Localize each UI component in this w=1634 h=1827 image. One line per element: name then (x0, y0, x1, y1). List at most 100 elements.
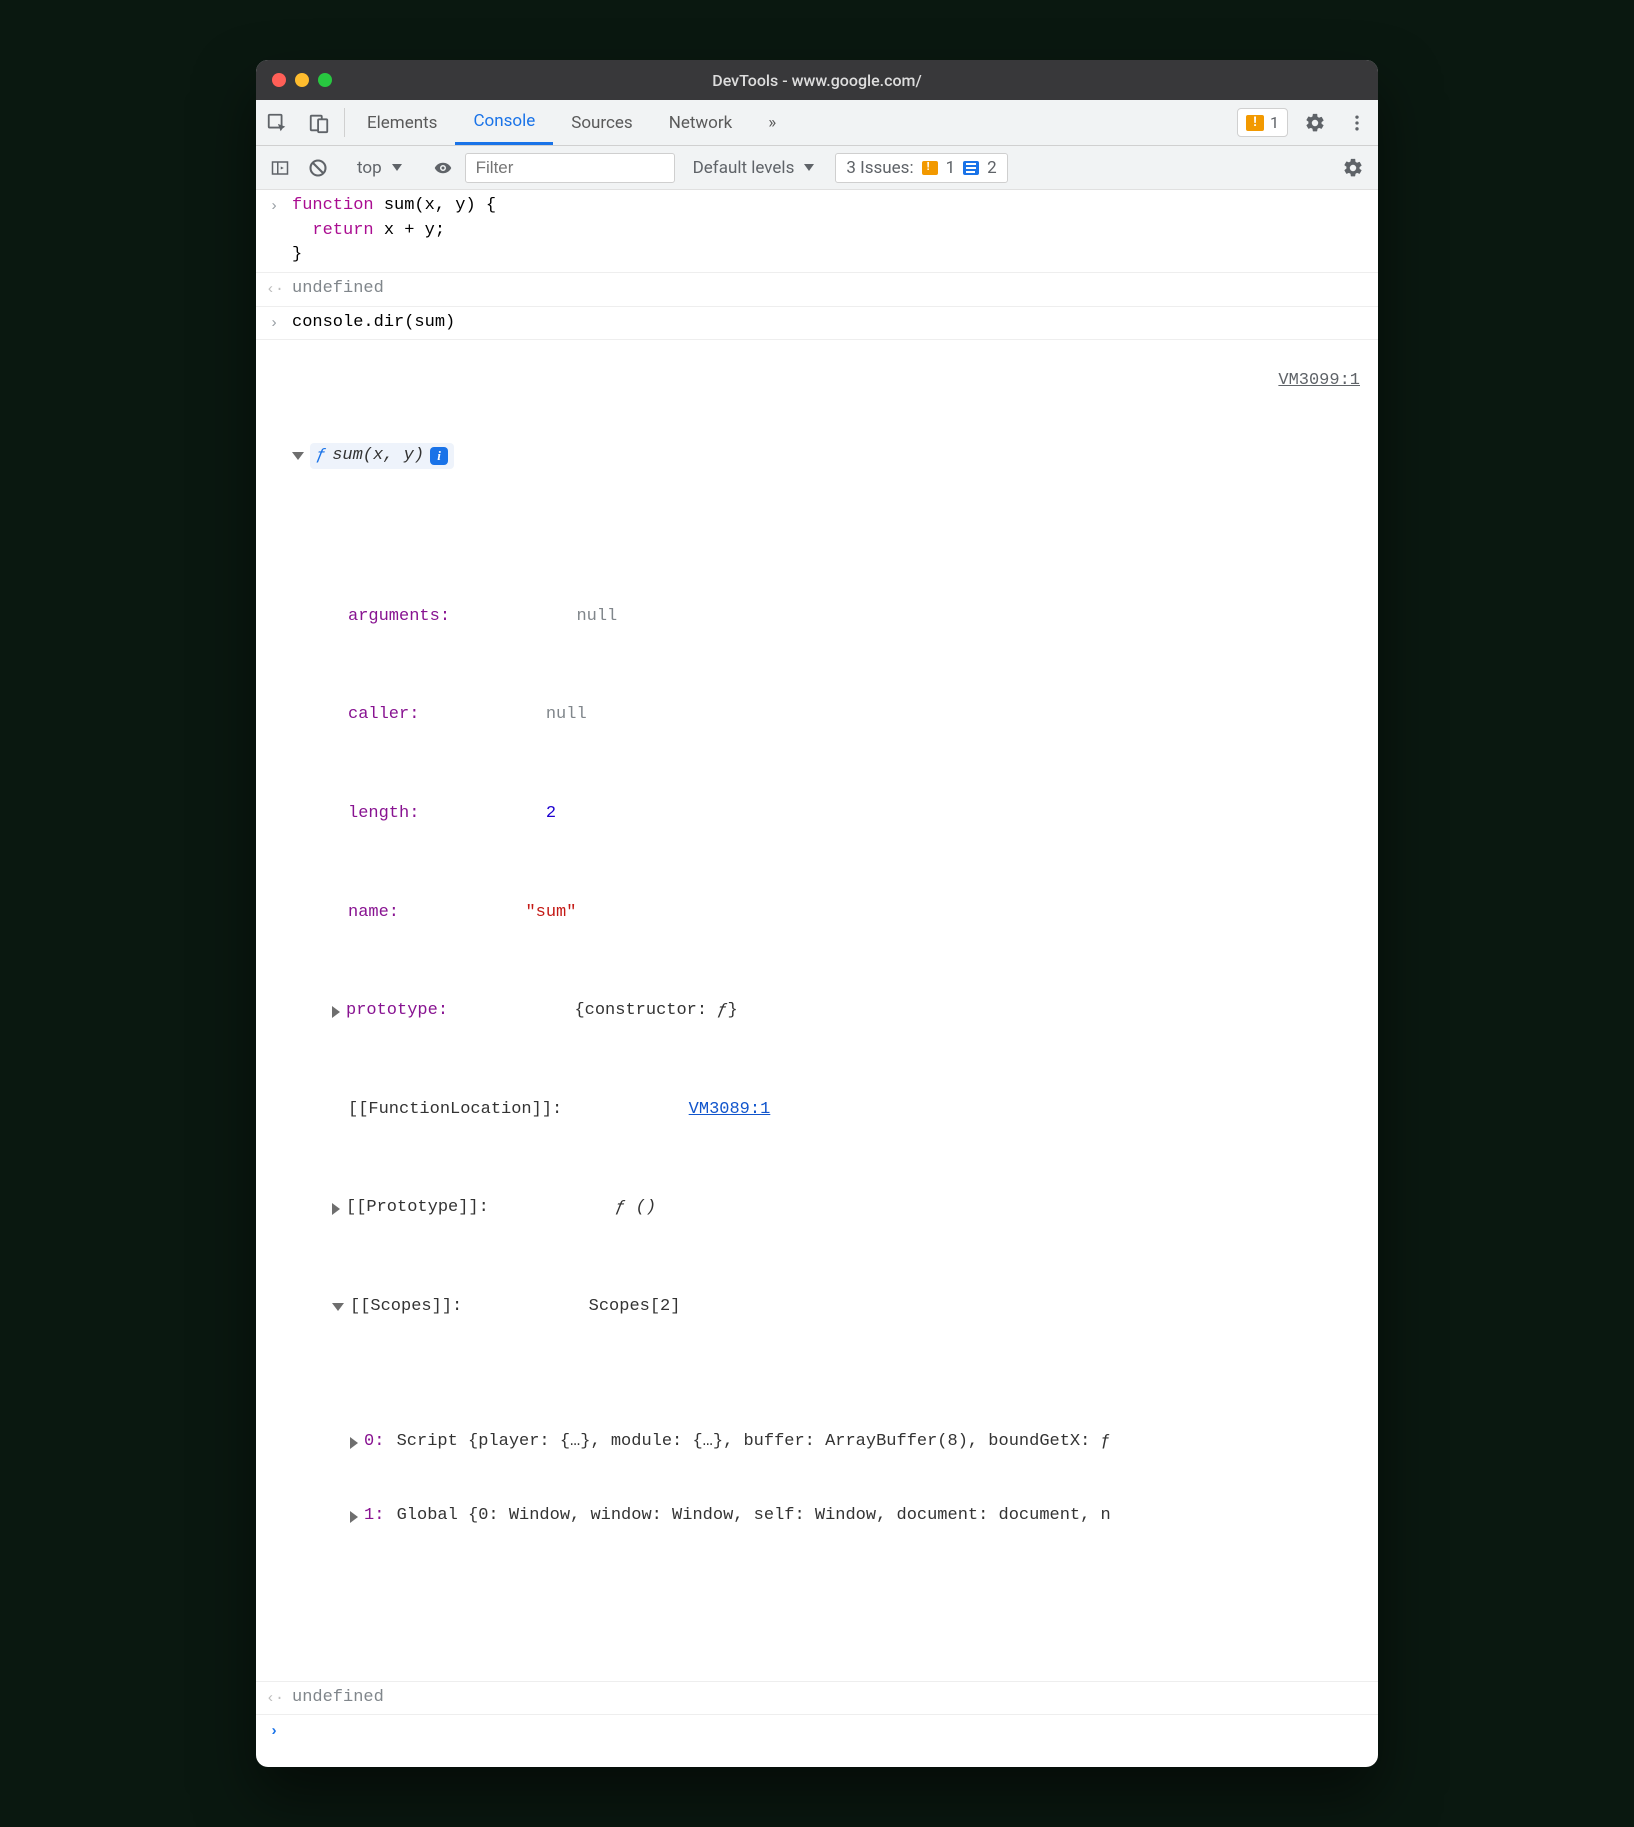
separator (344, 108, 345, 137)
tab-elements[interactable]: Elements (349, 100, 455, 145)
log-levels-label: Default levels (693, 158, 795, 178)
object-header[interactable]: ƒ sum(x, y) i (292, 443, 1366, 470)
console-output-content: VM3099:1 ƒ sum(x, y) i arguments: null (292, 344, 1366, 1677)
console-result-row: ‹· undefined (256, 273, 1378, 307)
warning-icon (1246, 115, 1264, 131)
disclosure-triangle-icon[interactable] (350, 1511, 358, 1523)
window-title: DevTools - www.google.com/ (256, 71, 1378, 90)
prop-key: name: (348, 901, 399, 926)
prop-value: 2 (546, 802, 556, 827)
console-toolbar: top Default levels 3 Issues: 1 2 (256, 146, 1378, 190)
source-link[interactable]: VM3099:1 (1278, 369, 1360, 394)
context-selector[interactable]: top (349, 154, 410, 182)
issues-label: 3 Issues: (846, 158, 913, 178)
tab-console[interactable]: Console (455, 100, 553, 145)
issues-pill[interactable]: 3 Issues: 1 2 (835, 153, 1007, 183)
prompt-marker-icon: › (266, 1719, 282, 1743)
window-close-button[interactable] (272, 73, 286, 87)
window-maximize-button[interactable] (318, 73, 332, 87)
more-options-icon[interactable] (1336, 100, 1378, 145)
devtools-window: DevTools - www.google.com/ Elements Cons… (256, 60, 1378, 1767)
disclosure-triangle-icon[interactable] (292, 452, 304, 460)
show-console-sidebar-icon[interactable] (262, 155, 298, 181)
prop-key: arguments: (348, 605, 450, 630)
function-signature: sum(x, y) (332, 444, 424, 469)
filter-input-wrapper[interactable] (465, 153, 675, 183)
warnings-badge[interactable]: 1 (1237, 108, 1288, 137)
property-row[interactable]: length: 2 (332, 790, 1366, 839)
issues-info-count: 2 (987, 158, 997, 178)
prop-key: [[Prototype]]: (346, 1196, 489, 1221)
property-row[interactable]: name: "sum" (332, 888, 1366, 937)
console-result-text: undefined (292, 277, 1366, 302)
scope-value: Script {player: {…}, module: {…}, buffer… (386, 1430, 1110, 1455)
dropdown-arrow-icon (804, 164, 814, 171)
device-toolbar-icon[interactable] (298, 100, 340, 145)
console-settings-icon[interactable] (1334, 153, 1372, 183)
tabs-overflow-button[interactable]: » (750, 100, 794, 145)
console-result-text: undefined (292, 1686, 1366, 1711)
input-marker-icon: › (266, 311, 282, 335)
blank-gutter (266, 344, 282, 346)
prop-value: null (546, 703, 587, 728)
console-prompt-row[interactable]: › (256, 1715, 1378, 1767)
prop-value: null (576, 605, 617, 630)
console-input-text: console.dir(sum) (292, 311, 1366, 336)
function-location-link[interactable]: VM3089:1 (689, 1098, 771, 1123)
console-result-row: ‹· undefined (256, 1682, 1378, 1716)
prop-value: {constructor: ƒ} (574, 999, 737, 1024)
tab-sources[interactable]: Sources (553, 100, 650, 145)
warnings-count: 1 (1270, 113, 1279, 132)
traffic-lights (272, 73, 332, 87)
property-row[interactable]: [[Scopes]]: Scopes[2] (332, 1283, 1366, 1332)
property-row[interactable]: caller: null (332, 691, 1366, 740)
console-input-text: function sum(x, y) { return x + y; } (292, 194, 1366, 268)
info-icon[interactable]: i (430, 447, 448, 465)
disclosure-triangle-icon[interactable] (332, 1203, 340, 1215)
input-marker-icon: › (266, 194, 282, 218)
prop-key: prototype: (346, 999, 448, 1024)
console-log: › function sum(x, y) { return x + y; } ‹… (256, 190, 1378, 1767)
prop-key: length: (348, 802, 419, 827)
function-f-icon: ƒ (316, 444, 326, 469)
console-input-row[interactable]: › console.dir(sum) (256, 307, 1378, 341)
console-input-row[interactable]: › function sum(x, y) { return x + y; } (256, 190, 1378, 273)
prop-key: caller: (348, 703, 419, 728)
property-row[interactable]: arguments: null (332, 593, 1366, 642)
log-levels-selector[interactable]: Default levels (685, 154, 823, 182)
disclosure-triangle-icon[interactable] (332, 1006, 340, 1018)
clear-console-icon[interactable] (300, 154, 336, 182)
prop-value: "sum" (525, 901, 576, 926)
console-output-row: VM3099:1 ƒ sum(x, y) i arguments: null (256, 340, 1378, 1682)
dropdown-arrow-icon (392, 164, 402, 171)
result-marker-icon: ‹· (266, 277, 282, 301)
result-marker-icon: ‹· (266, 1686, 282, 1710)
scope-value: Global {0: Window, window: Window, self:… (386, 1504, 1110, 1529)
property-row[interactable]: [[FunctionLocation]]: VM3089:1 (332, 1085, 1366, 1134)
prop-value: ƒ () (615, 1196, 656, 1221)
window-minimize-button[interactable] (295, 73, 309, 87)
disclosure-triangle-icon[interactable] (350, 1437, 358, 1449)
function-preview: ƒ sum(x, y) i (310, 443, 454, 470)
settings-icon[interactable] (1294, 100, 1336, 145)
scope-key: 0: (364, 1430, 384, 1455)
inspect-element-icon[interactable] (256, 100, 298, 145)
issues-warn-count: 1 (946, 158, 956, 178)
scope-row[interactable]: 0: Script {player: {…}, module: {…}, buf… (350, 1430, 1366, 1455)
scope-row[interactable]: 1: Global {0: Window, window: Window, se… (350, 1504, 1366, 1529)
main-tabbar: Elements Console Sources Network » 1 (256, 100, 1378, 146)
tab-network[interactable]: Network (651, 100, 751, 145)
disclosure-triangle-icon[interactable] (332, 1303, 344, 1311)
scope-key: 1: (364, 1504, 384, 1529)
warning-icon (922, 161, 938, 175)
prop-value: Scopes[2] (589, 1295, 681, 1320)
prop-key: [[Scopes]]: (350, 1295, 462, 1320)
live-expression-icon[interactable] (423, 155, 463, 181)
titlebar: DevTools - www.google.com/ (256, 60, 1378, 100)
filter-input[interactable] (476, 158, 626, 178)
property-row[interactable]: [[Prototype]]: ƒ () (332, 1184, 1366, 1233)
context-label: top (357, 158, 382, 178)
prop-key: [[FunctionLocation]]: (348, 1098, 562, 1123)
info-icon (963, 161, 979, 175)
property-row[interactable]: prototype: {constructor: ƒ} (332, 987, 1366, 1036)
